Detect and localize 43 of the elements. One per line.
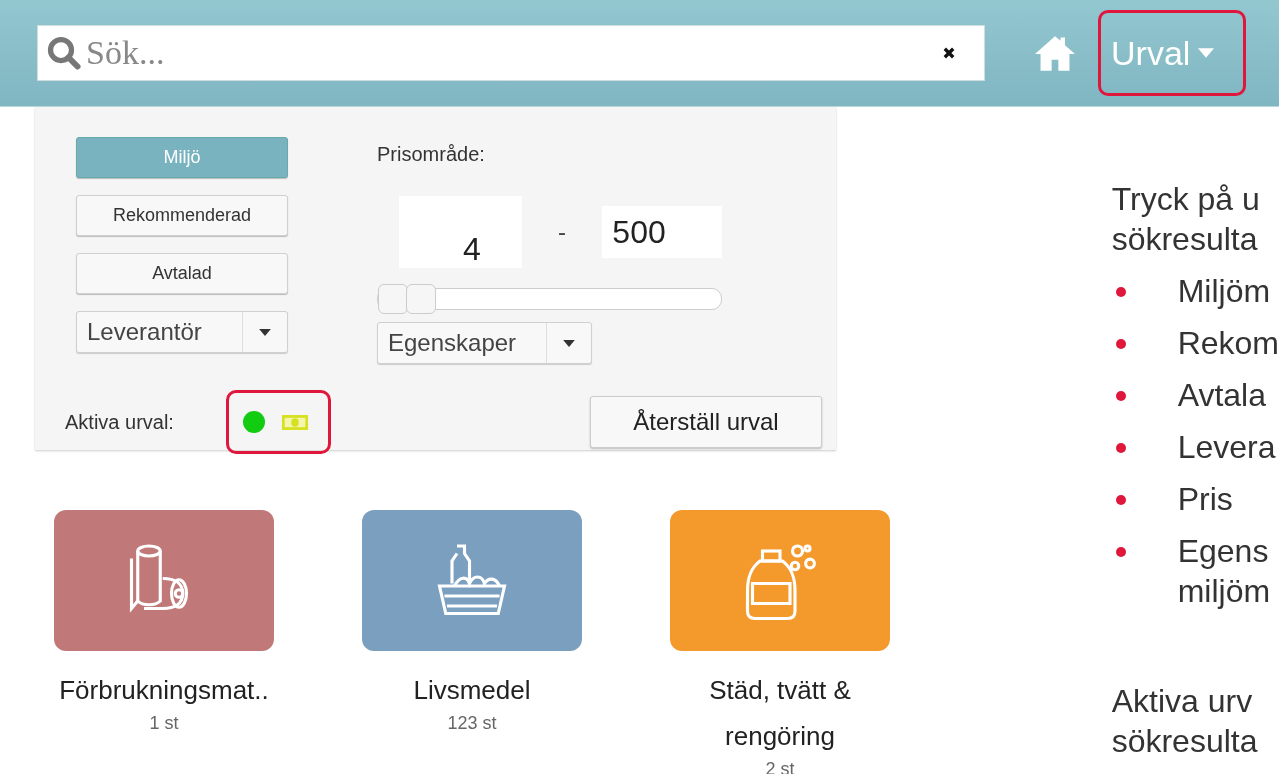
min-price-input[interactable]: 4 [399, 196, 522, 268]
caret-icon [259, 328, 271, 336]
clear-icon[interactable] [942, 46, 956, 60]
bullet-icon [1115, 391, 1126, 401]
bullet-text: Pris [1177, 480, 1233, 519]
category-tile[interactable] [670, 510, 890, 651]
bullet-icon [1115, 443, 1126, 453]
reset-filters-button[interactable]: Återställ urval [590, 396, 822, 448]
instruction-text: sökresulta [1111, 722, 1259, 761]
bullet-text: Avtala [1177, 376, 1266, 415]
max-price-input[interactable]: 500 [602, 206, 722, 258]
price-range-label: Prisområde: [377, 143, 486, 167]
bullet-text: Levera [1177, 428, 1276, 467]
filter-toggle-button[interactable]: Rekommenderad [76, 195, 288, 236]
search-icon [46, 35, 82, 71]
search-field[interactable]: Sök... [37, 25, 985, 81]
bullet-text: Miljöm [1177, 272, 1271, 311]
category-count: 123 st [447, 713, 497, 734]
supplier-dropdown[interactable]: Leverantör [76, 311, 288, 353]
bullet-text: Rekom [1177, 324, 1279, 363]
bullet-icon [1115, 339, 1126, 349]
instruction-text: Tryck på u [1111, 180, 1261, 219]
bullet-icon [1115, 547, 1126, 557]
instruction-text: Aktiva urv [1111, 682, 1254, 721]
category-name[interactable]: Städ, tvätt & rengöring [680, 667, 880, 759]
slider-handle[interactable] [406, 284, 437, 314]
bullet-icon [1115, 287, 1126, 297]
category-name[interactable]: Förbrukningsmat.. [59, 667, 269, 713]
filter-toggle-button[interactable]: Avtalad [76, 253, 288, 294]
active-filters-label: Aktiva urval: [65, 410, 175, 434]
caret-icon [1198, 48, 1215, 58]
category-name[interactable]: Livsmedel [372, 667, 572, 713]
bullet-text: Egens [1177, 532, 1270, 571]
category-count: 1 st [149, 713, 179, 734]
slider-handle[interactable] [378, 284, 408, 314]
instruction-text: sökresulta [1111, 220, 1259, 259]
bullet-icon [1115, 495, 1126, 505]
caret-icon [563, 339, 575, 347]
range-separator: - [557, 218, 568, 246]
properties-dropdown[interactable]: Egenskaper [377, 322, 592, 364]
category-tile[interactable] [362, 510, 582, 651]
category-tile[interactable] [54, 510, 274, 651]
bullet-text: miljöm [1177, 572, 1271, 611]
